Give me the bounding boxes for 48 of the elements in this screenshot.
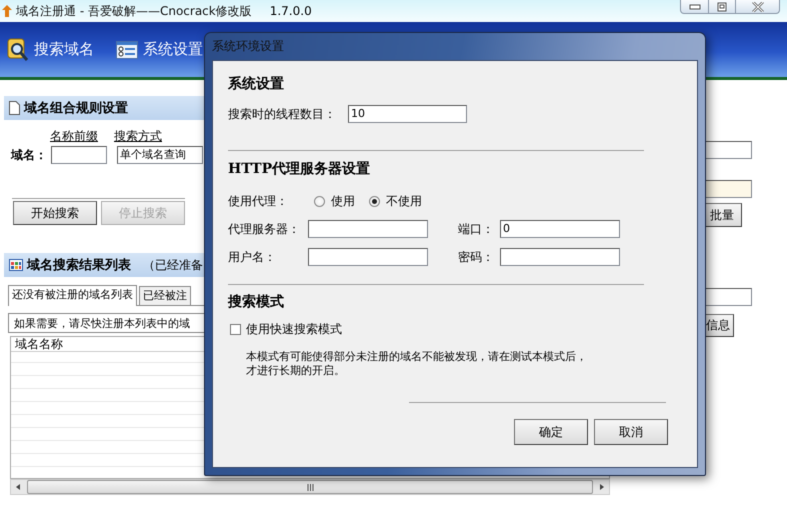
status-note: （已经准备 (143, 256, 203, 274)
radio-label: 不使用 (386, 192, 422, 210)
field-label: 代理服务器： (228, 220, 301, 238)
minimize-icon (688, 4, 700, 10)
field-label: 端口： (458, 220, 495, 238)
tab[interactable]: 还没有被注册的域名列表 (8, 285, 137, 306)
checkbox[interactable] (230, 324, 241, 334)
search-mode-dropdown[interactable]: 单个域名查询 (117, 146, 203, 164)
radio-button[interactable] (369, 196, 380, 206)
field-label: 密码： (458, 248, 495, 266)
dialog-title: 系统环境设置 (212, 38, 285, 55)
section-heading: 搜索模式 (228, 293, 285, 311)
threads-field[interactable]: 10 (348, 105, 467, 123)
search-icon (7, 38, 29, 62)
field-label: 使用代理： (228, 192, 289, 210)
document-icon (9, 101, 20, 115)
column-label: 搜索方式 (114, 128, 162, 144)
dialog-button[interactable]: 取消 (594, 419, 668, 445)
field-label: 搜索时的线程数目： (228, 106, 337, 122)
domain-label: 域名： (11, 146, 48, 164)
search-button[interactable]: 开始搜索 (13, 201, 97, 225)
grid-icon (9, 259, 23, 271)
toolbar-button[interactable]: 搜索域名 (34, 40, 94, 59)
username-field[interactable] (308, 248, 428, 266)
section-title: 域名组合规则设置 (24, 100, 128, 117)
password-field[interactable] (500, 248, 620, 266)
port-field[interactable]: 0 (500, 220, 620, 238)
section-title: 域名搜索结果列表 (27, 256, 131, 274)
section-heading: HTTP代理服务器设置 (228, 160, 372, 178)
list-window-icon (116, 40, 138, 58)
window-title: 域名注册通 - 吾爱破解——Cnocrack修改版 (16, 2, 252, 20)
column-label: 名称前缀 (50, 128, 98, 144)
section-heading: 系统设置 (228, 75, 285, 93)
field-label: 用户名： (228, 248, 277, 266)
prefix-field[interactable] (51, 146, 107, 164)
radio-button[interactable] (314, 196, 325, 206)
toolbar-button[interactable]: 系统设置 (143, 40, 203, 59)
version-label: 1.7.0.0 (270, 4, 312, 18)
mode-note: 本模式有可能使得部分未注册的域名不能被发现，请在测试本模式后， (246, 350, 587, 364)
restore-icon (717, 2, 727, 12)
mode-note: 才进行长期的开启。 (246, 364, 345, 378)
radio-label: 使用 (331, 192, 355, 210)
proxy-server-field[interactable] (308, 220, 428, 238)
close-icon (750, 2, 764, 12)
tab[interactable]: 已经被注 (139, 286, 191, 305)
dialog-button[interactable]: 确定 (514, 419, 588, 445)
app-icon (2, 5, 12, 17)
scrollbar-thumb[interactable] (27, 480, 593, 494)
